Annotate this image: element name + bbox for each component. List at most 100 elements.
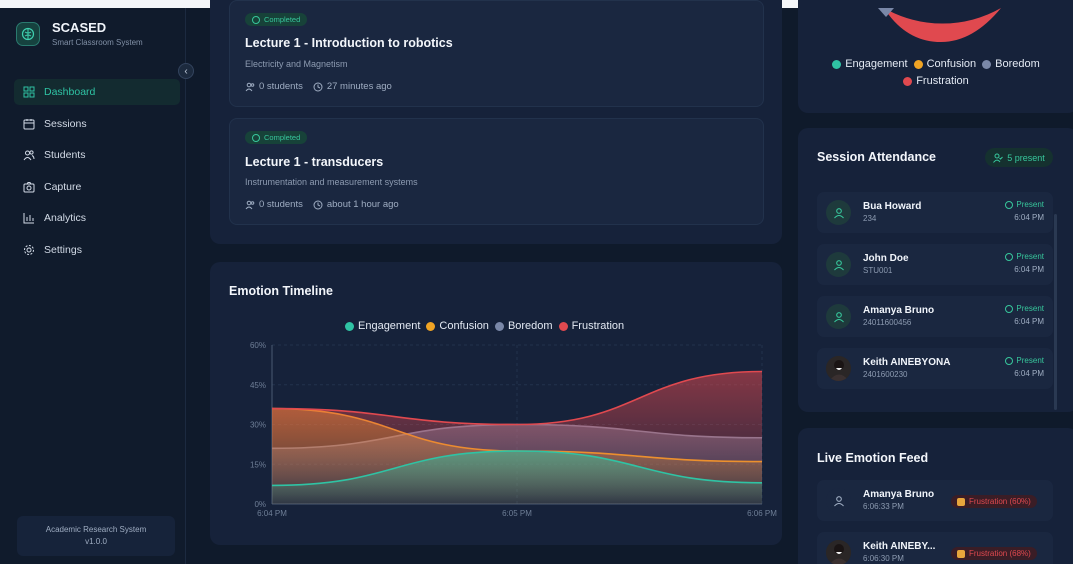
avatar — [826, 488, 851, 513]
check-in-time: 6:04 PM — [1014, 265, 1044, 274]
y-tick-label: 0% — [254, 500, 266, 509]
legend-label: Confusion — [926, 58, 977, 70]
legend-dot — [982, 60, 992, 69]
attendance-scrollbar[interactable] — [1054, 214, 1057, 410]
emotion-pie-chart[interactable] — [798, 0, 1073, 50]
y-tick-label: 60% — [250, 341, 266, 350]
y-tick-label: 45% — [250, 381, 266, 390]
student-id: 234 — [863, 214, 877, 223]
session-subject: Electricity and Magnetism — [245, 59, 348, 69]
app-subtitle: Smart Classroom System — [52, 38, 143, 47]
sidebar-item-students[interactable]: Students — [14, 142, 180, 168]
clock-icon — [313, 200, 323, 209]
legend-item-engagement[interactable]: Engagement — [832, 56, 908, 73]
present-status: Present — [1005, 304, 1044, 313]
sidebar-item-sessions[interactable]: Sessions — [14, 111, 180, 137]
status-text: Completed — [264, 15, 301, 24]
check-in-time: 6:04 PM — [1014, 213, 1044, 222]
session-title: Lecture 1 - transducers — [245, 155, 384, 169]
check-circle-icon — [252, 133, 260, 142]
legend-dot — [903, 77, 913, 86]
x-tick-label: 6:06 PM — [747, 509, 777, 518]
sidebar-item-capture[interactable]: Capture — [14, 174, 180, 200]
session-meta: 0 students about 1 hour ago — [245, 199, 399, 210]
calendar-icon — [23, 118, 35, 129]
legend-label: Boredom — [995, 58, 1040, 70]
pie-slice-frustration[interactable] — [884, 8, 1001, 42]
camera-icon — [23, 181, 35, 192]
emotion-timeline-chart[interactable]: 0% 15% 30% 45% 60% 6:04 PM 6:05 PM 6:06 PM — [210, 262, 782, 545]
user-icon — [833, 495, 844, 506]
feed-time: 6:06:33 PM — [863, 502, 904, 511]
sidebar-item-label: Dashboard — [44, 86, 96, 98]
legend-item-frustration[interactable]: Frustration — [903, 73, 969, 90]
sidebar-item-settings[interactable]: Settings — [14, 237, 180, 263]
sidebar-item-label: Analytics — [44, 212, 87, 224]
attendance-row[interactable]: Keith AINEBYONA 2401600230 Present 6:04 PM — [817, 348, 1053, 389]
collapse-sidebar-button[interactable]: ‹ — [178, 63, 194, 79]
session-attendance-card: Session Attendance 5 present Bua Howard 2… — [798, 128, 1073, 412]
live-emotion-feed-card: Live Emotion Feed Amanya Bruno 6:06:33 PM… — [798, 428, 1073, 564]
version-label: v1.0.0 — [85, 537, 107, 546]
status-text: Completed — [264, 133, 301, 142]
session-title: Lecture 1 - Introduction to robotics — [245, 36, 453, 50]
session-card[interactable]: Completed Lecture 1 - Introduction to ro… — [229, 0, 764, 107]
clock-icon — [313, 82, 323, 91]
check-in-time: 6:04 PM — [1014, 317, 1044, 326]
emotion-distribution-card: Engagement Confusion Boredom Frustration — [798, 0, 1073, 113]
y-tick-label: 15% — [250, 460, 266, 469]
attendance-row[interactable]: Bua Howard 234 Present 6:04 PM — [817, 192, 1053, 233]
session-card[interactable]: Completed Lecture 1 - transducers Instru… — [229, 118, 764, 225]
legend-dot — [913, 60, 923, 69]
student-name: Keith AINEBYONA — [863, 357, 951, 368]
attendance-row[interactable]: John Doe STU001 Present 6:04 PM — [817, 244, 1053, 285]
emotion-face-icon — [957, 497, 965, 506]
present-count: 5 present — [1007, 152, 1045, 163]
feed-row[interactable]: Keith AINEBY... 6:06:30 PM Frustration (68… — [817, 532, 1053, 564]
legend-dot — [832, 60, 842, 69]
avatar — [826, 252, 851, 277]
avatar — [826, 356, 851, 381]
sidebar: SCASED Smart Classroom System Dashboard … — [0, 8, 186, 564]
present-status: Present — [1005, 356, 1044, 365]
present-status: Present — [1005, 252, 1044, 261]
footer-system-label: Academic Research System — [45, 525, 147, 534]
check-in-time: 6:04 PM — [1014, 369, 1044, 378]
sidebar-item-label: Students — [44, 149, 86, 161]
bar-chart-icon — [23, 213, 34, 224]
profile-photo — [826, 356, 851, 381]
pie-legend: Engagement Confusion Boredom Frustration — [824, 56, 1054, 90]
student-id: 24011600456 — [863, 318, 912, 327]
feed-row[interactable]: Amanya Bruno 6:06:33 PM Frustration (60%) — [817, 480, 1053, 521]
brand[interactable]: SCASED Smart Classroom System — [16, 20, 143, 47]
chevron-left-icon: ‹ — [184, 65, 188, 77]
legend-item-boredom[interactable]: Boredom — [982, 56, 1040, 73]
user-icon — [833, 311, 844, 322]
sidebar-item-analytics[interactable]: Analytics — [14, 205, 180, 231]
session-students: 0 students — [259, 199, 303, 210]
student-id: 2401600230 — [863, 370, 908, 379]
sidebar-item-dashboard[interactable]: Dashboard — [14, 79, 180, 105]
emotion-badge: Frustration (60%) — [951, 495, 1037, 508]
student-name: Bua Howard — [863, 201, 922, 212]
avatar — [826, 540, 851, 564]
present-status: Present — [1005, 200, 1044, 209]
user-check-icon — [993, 153, 1004, 163]
attendance-row[interactable]: Amanya Bruno 24011600456 Present 6:04 PM — [817, 296, 1053, 337]
emotion-timeline-card: Emotion Timeline Engagement Confusion Bo… — [210, 262, 782, 545]
student-name: John Doe — [863, 253, 909, 264]
check-circle-icon — [1005, 356, 1014, 365]
check-circle-icon — [1005, 252, 1014, 261]
session-students: 0 students — [259, 81, 303, 92]
users-icon — [245, 200, 255, 209]
sidebar-nav: Dashboard Sessions Students Capture Anal… — [14, 79, 180, 268]
legend-label: Frustration — [916, 75, 969, 87]
dashboard-icon — [23, 86, 35, 98]
avatar — [826, 200, 851, 225]
gear-icon — [24, 244, 34, 255]
avatar — [826, 304, 851, 329]
session-subject: Instrumentation and measurement systems — [245, 177, 418, 187]
legend-item-confusion[interactable]: Confusion — [913, 56, 977, 73]
student-name: Amanya Bruno — [863, 489, 935, 500]
student-name: Keith AINEBY... — [863, 541, 936, 552]
